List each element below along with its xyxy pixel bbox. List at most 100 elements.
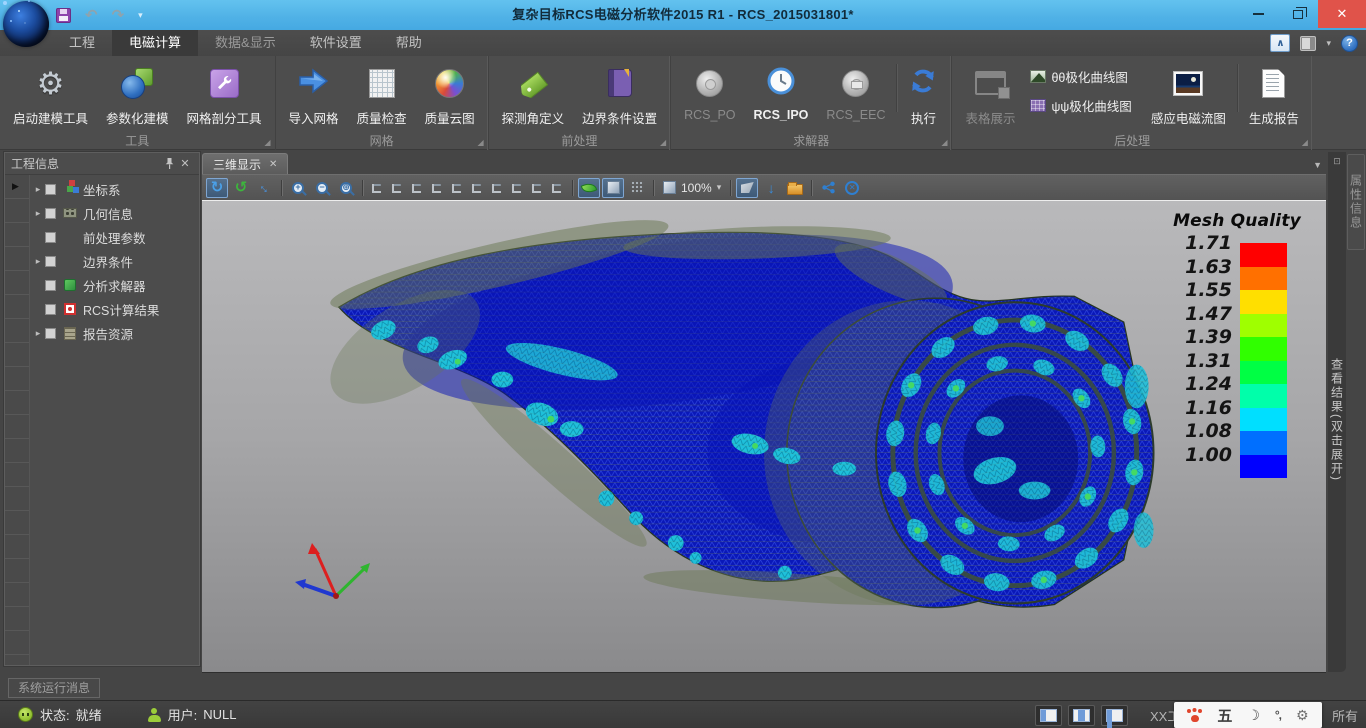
launch-modeling-tool-button[interactable]: ⚙ 启动建模工具 (4, 58, 97, 132)
layout-center-panel-button[interactable] (1068, 705, 1095, 726)
layout-bottom-panel-button[interactable] (1101, 705, 1128, 726)
execute-button[interactable]: 执行 (899, 58, 947, 132)
rotate-view-button[interactable]: ↻ (206, 178, 228, 198)
ime-paw-icon[interactable] (1187, 709, 1202, 722)
tree-item-4[interactable]: 分析求解器 (30, 273, 199, 297)
menu-tab-4[interactable]: 帮助 (379, 30, 439, 56)
induced-current-map-button[interactable]: 感应电磁流图 (1142, 58, 1235, 132)
zoom-level-control[interactable]: 100% ▾ (659, 181, 725, 195)
boundary-settings-button[interactable]: 边界条件设置 (573, 58, 666, 132)
tree-item-3[interactable]: ▸边界条件 (30, 249, 199, 273)
zoom-dropdown-icon[interactable]: ▾ (717, 182, 722, 193)
maximize-button[interactable] (1278, 0, 1318, 28)
refresh-view-button[interactable]: ↺ (230, 178, 252, 198)
smooth-shading-button[interactable] (578, 178, 600, 198)
ime-toolbar[interactable]: 五 ☽ °, ⚙ (1174, 702, 1322, 728)
ime-punctuation-label[interactable]: °, (1275, 708, 1281, 722)
checkbox[interactable] (45, 328, 56, 339)
close-view-button[interactable]: ✕ (841, 178, 863, 198)
group-expand-icon[interactable]: ◢ (941, 138, 947, 147)
mesh-partition-tool-button[interactable]: 网格剖分工具 (178, 58, 271, 132)
expander-icon[interactable]: ▸ (32, 184, 44, 195)
tree-item-6[interactable]: ▸报告资源 (30, 321, 199, 345)
open-folder-button[interactable] (784, 178, 806, 198)
theta-polarization-curve-button[interactable]: θθ极化曲线图 (1026, 64, 1135, 88)
select-mode-button[interactable] (736, 178, 758, 198)
import-mesh-button[interactable]: 导入网格 (280, 58, 348, 132)
property-info-tab[interactable]: 属性信息 (1347, 154, 1365, 250)
tree-item-1[interactable]: ▸几何信息 (30, 201, 199, 225)
checkbox[interactable] (45, 256, 56, 267)
psi-polarization-curve-button[interactable]: ψψ极化曲线图 (1026, 93, 1135, 117)
shaded-view-button[interactable] (602, 178, 624, 198)
title-bar[interactable]: ↶ ↷ ▾ 复杂目标RCS电磁分析软件2015 R1 - RCS_2015031… (0, 0, 1366, 30)
quality-contour-button[interactable]: 质量云图 (416, 58, 484, 132)
view-orientation-10-icon[interactable] (548, 179, 567, 197)
minimize-button[interactable] (1238, 0, 1278, 28)
ime-settings-icon[interactable]: ⚙ (1296, 708, 1309, 722)
checkbox[interactable] (45, 184, 56, 195)
generate-report-button[interactable]: 生成报告 (1240, 58, 1308, 132)
probe-angle-button[interactable]: 探测角定义 (493, 58, 574, 132)
tree-item-0[interactable]: ▸坐标系 (30, 177, 199, 201)
parametric-modeling-button[interactable]: 参数化建模 (97, 58, 178, 132)
tab-close-icon[interactable]: ✕ (269, 159, 277, 170)
tree-item-2[interactable]: 前处理参数 (30, 225, 199, 249)
view-orientation-1-icon[interactable] (368, 179, 387, 197)
tree-item-5[interactable]: RCS计算结果 (30, 297, 199, 321)
panel-close-icon[interactable]: ✕ (177, 156, 193, 172)
view-results-strip[interactable]: ⊡ 查看结果(双击展开) (1328, 152, 1346, 672)
solver-icon (61, 279, 79, 291)
style-dropdown-icon[interactable]: ▾ (1326, 38, 1331, 49)
help-icon[interactable]: ? (1341, 35, 1358, 52)
expander-icon[interactable]: ▸ (32, 328, 44, 339)
menu-tab-1[interactable]: 电磁计算 (112, 30, 198, 56)
user-label: 用户: (168, 705, 198, 724)
tab-3d-display[interactable]: 三维显示 ✕ (202, 153, 288, 174)
checkbox[interactable] (45, 232, 56, 243)
group-expand-icon[interactable]: ◢ (477, 138, 483, 147)
zoom-out-button[interactable]: − (311, 178, 333, 198)
drop-down-view-button[interactable]: ↓ (760, 178, 782, 198)
checkbox[interactable] (45, 304, 56, 315)
view-orientation-5-icon[interactable] (448, 179, 467, 197)
quality-check-button[interactable]: 质量检查 (348, 58, 416, 132)
view-orientation-9-icon[interactable] (528, 179, 547, 197)
checkbox[interactable] (45, 280, 56, 291)
tab-list-dropdown-icon[interactable]: ▼ (1313, 160, 1322, 170)
close-button[interactable]: ✕ (1318, 0, 1366, 28)
view-orientation-4-icon[interactable] (428, 179, 447, 197)
menu-tab-0[interactable]: 工程 (52, 30, 112, 56)
menu-tab-2[interactable]: 数据&显示 (198, 30, 293, 56)
view-orientation-2-icon[interactable] (388, 179, 407, 197)
ime-mode-label[interactable]: 五 (1217, 705, 1232, 726)
share-link-button[interactable] (817, 178, 839, 198)
system-messages-tab[interactable]: 系统运行消息 (8, 678, 100, 698)
expander-icon[interactable]: ▸ (32, 208, 44, 219)
rcs-ipo-button[interactable]: RCS_IPO (745, 58, 818, 132)
expand-panel-icon[interactable]: ⊡ (1333, 156, 1341, 167)
app-logo[interactable] (3, 1, 49, 47)
group-expand-icon[interactable]: ◢ (1302, 138, 1308, 147)
view-orientation-6-icon[interactable] (468, 179, 487, 197)
collapse-ribbon-icon[interactable]: ∧ (1270, 34, 1290, 52)
zoom-fit-button[interactable]: ⊕ (335, 178, 357, 198)
expander-icon[interactable]: ▸ (32, 256, 44, 267)
view-orientation-7-icon[interactable] (488, 179, 507, 197)
menu-tab-3[interactable]: 软件设置 (293, 30, 379, 56)
wireframe-view-button[interactable] (626, 178, 648, 198)
group-expand-icon[interactable]: ◢ (264, 138, 270, 147)
legend-band-7 (1240, 408, 1287, 432)
ime-moon-icon[interactable]: ☽ (1247, 707, 1260, 724)
view-orientation-3-icon[interactable] (408, 179, 427, 197)
window-style-icon[interactable] (1300, 36, 1316, 51)
3d-viewport[interactable]: Mesh Quality 1.711.631.551.471.391.311.2… (202, 200, 1326, 673)
group-expand-icon[interactable]: ◢ (660, 138, 666, 147)
layout-left-panel-button[interactable] (1035, 705, 1062, 726)
viewport-module: 三维显示 ✕ ▼ ↻ ↺ ↔ + − ⊕ 100% ▾ (202, 152, 1326, 673)
pan-view-button[interactable]: ↔ (254, 178, 276, 198)
checkbox[interactable] (45, 208, 56, 219)
pin-icon[interactable] (161, 156, 177, 172)
view-orientation-8-icon[interactable] (508, 179, 527, 197)
zoom-in-button[interactable]: + (287, 178, 309, 198)
